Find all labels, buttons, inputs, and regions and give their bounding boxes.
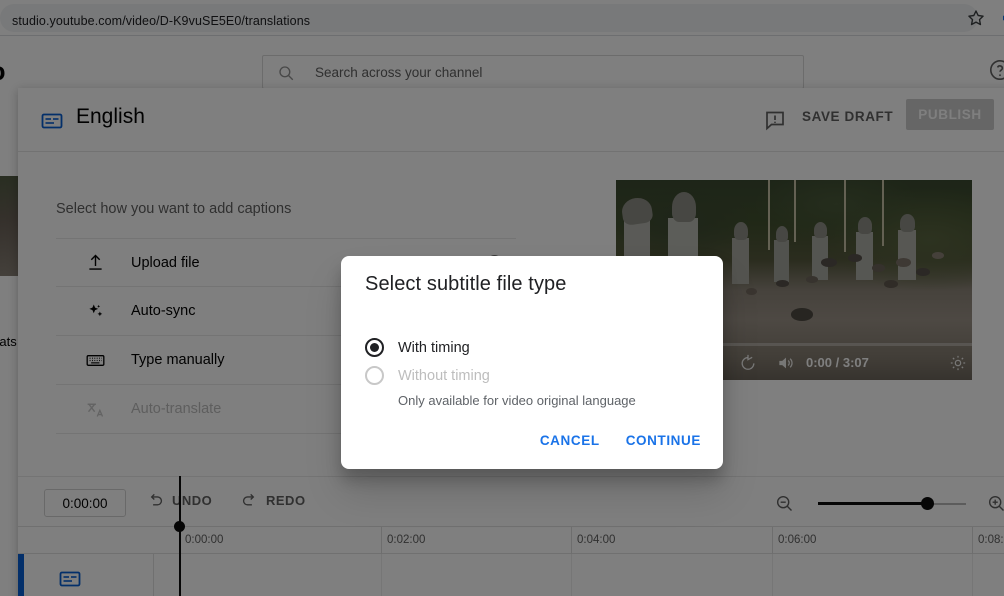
dialog-actions: CANCEL CONTINUE [531,425,710,456]
subtitle-file-type-dialog: Select subtitle file type With timing Wi… [341,256,723,469]
radio-option-helper-text: Only available for video original langua… [398,393,636,408]
radio-option-without-timing: Without timing [365,366,490,385]
continue-button[interactable]: CONTINUE [617,425,710,456]
cancel-button[interactable]: CANCEL [531,425,609,456]
radio-label: With timing [398,339,470,356]
radio-option-with-timing[interactable]: With timing [365,338,470,357]
dialog-title: Select subtitle file type [365,273,567,295]
radio-unselected-icon [365,366,384,385]
radio-dot [370,343,379,352]
radio-selected-icon [365,338,384,357]
radio-label: Without timing [398,367,490,384]
